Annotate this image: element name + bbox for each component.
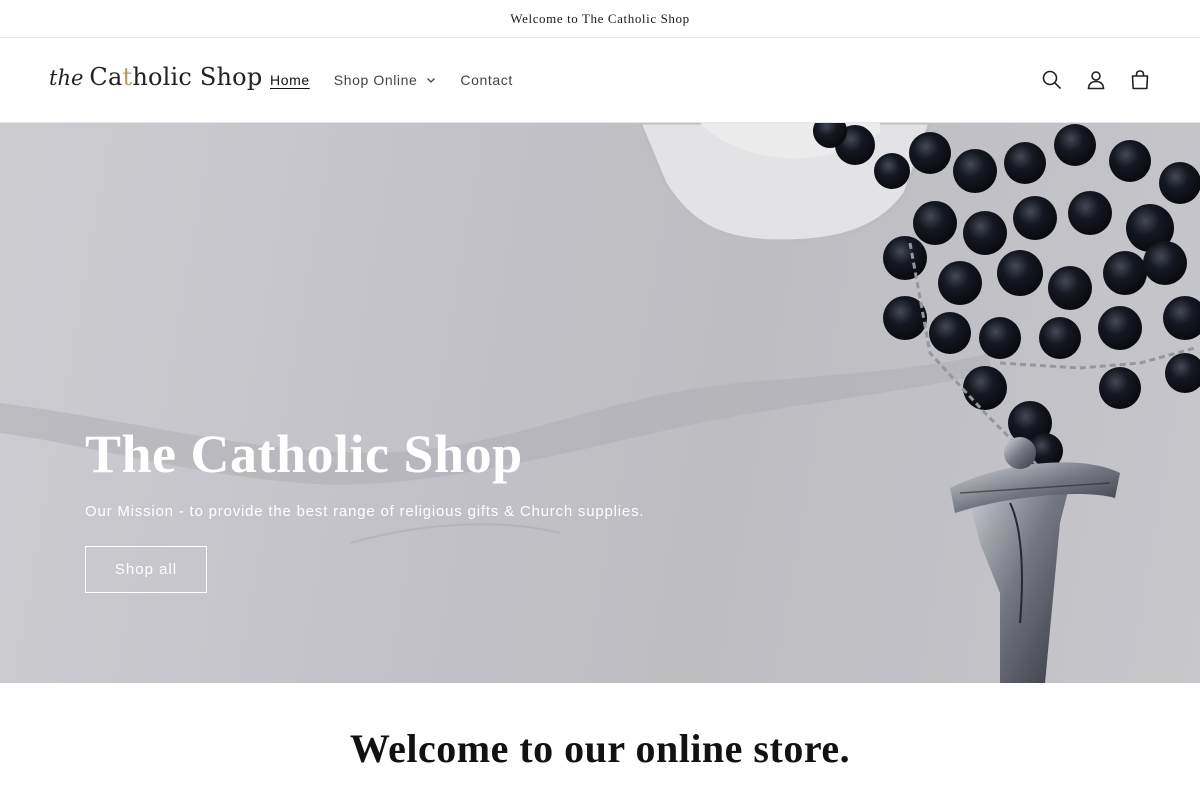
nav-shop-online[interactable]: Shop Online	[334, 72, 437, 88]
shop-all-button[interactable]: Shop all	[85, 546, 207, 593]
hero-title: The Catholic Shop	[85, 424, 523, 484]
nav-shop-online-label: Shop Online	[333, 72, 418, 88]
hero-subtitle: Our Mission - to provide the best range …	[85, 503, 645, 520]
search-icon[interactable]	[1030, 58, 1074, 102]
hero-banner: The Catholic Shop Our Mission - to provi…	[0, 123, 1200, 683]
header-icons	[1030, 38, 1162, 122]
nav-home[interactable]: Home	[270, 72, 310, 88]
site-header: the Catholic Shop Home Shop Online Conta…	[0, 38, 1200, 123]
announcement-bar: Welcome to The Catholic Shop	[0, 0, 1200, 38]
logo-name: Catholic Shop	[89, 63, 263, 91]
nav-contact[interactable]: Contact	[460, 72, 512, 88]
chevron-down-icon	[426, 75, 436, 85]
announcement-text: Welcome to The Catholic Shop	[510, 10, 690, 26]
account-icon[interactable]	[1074, 58, 1118, 102]
store-logo[interactable]: the Catholic Shop	[49, 63, 262, 97]
welcome-heading: Welcome to our online store.	[349, 726, 851, 771]
logo-prefix: the	[49, 66, 84, 90]
cart-icon[interactable]	[1118, 58, 1162, 102]
main-nav: Home Shop Online Contact	[270, 38, 537, 122]
